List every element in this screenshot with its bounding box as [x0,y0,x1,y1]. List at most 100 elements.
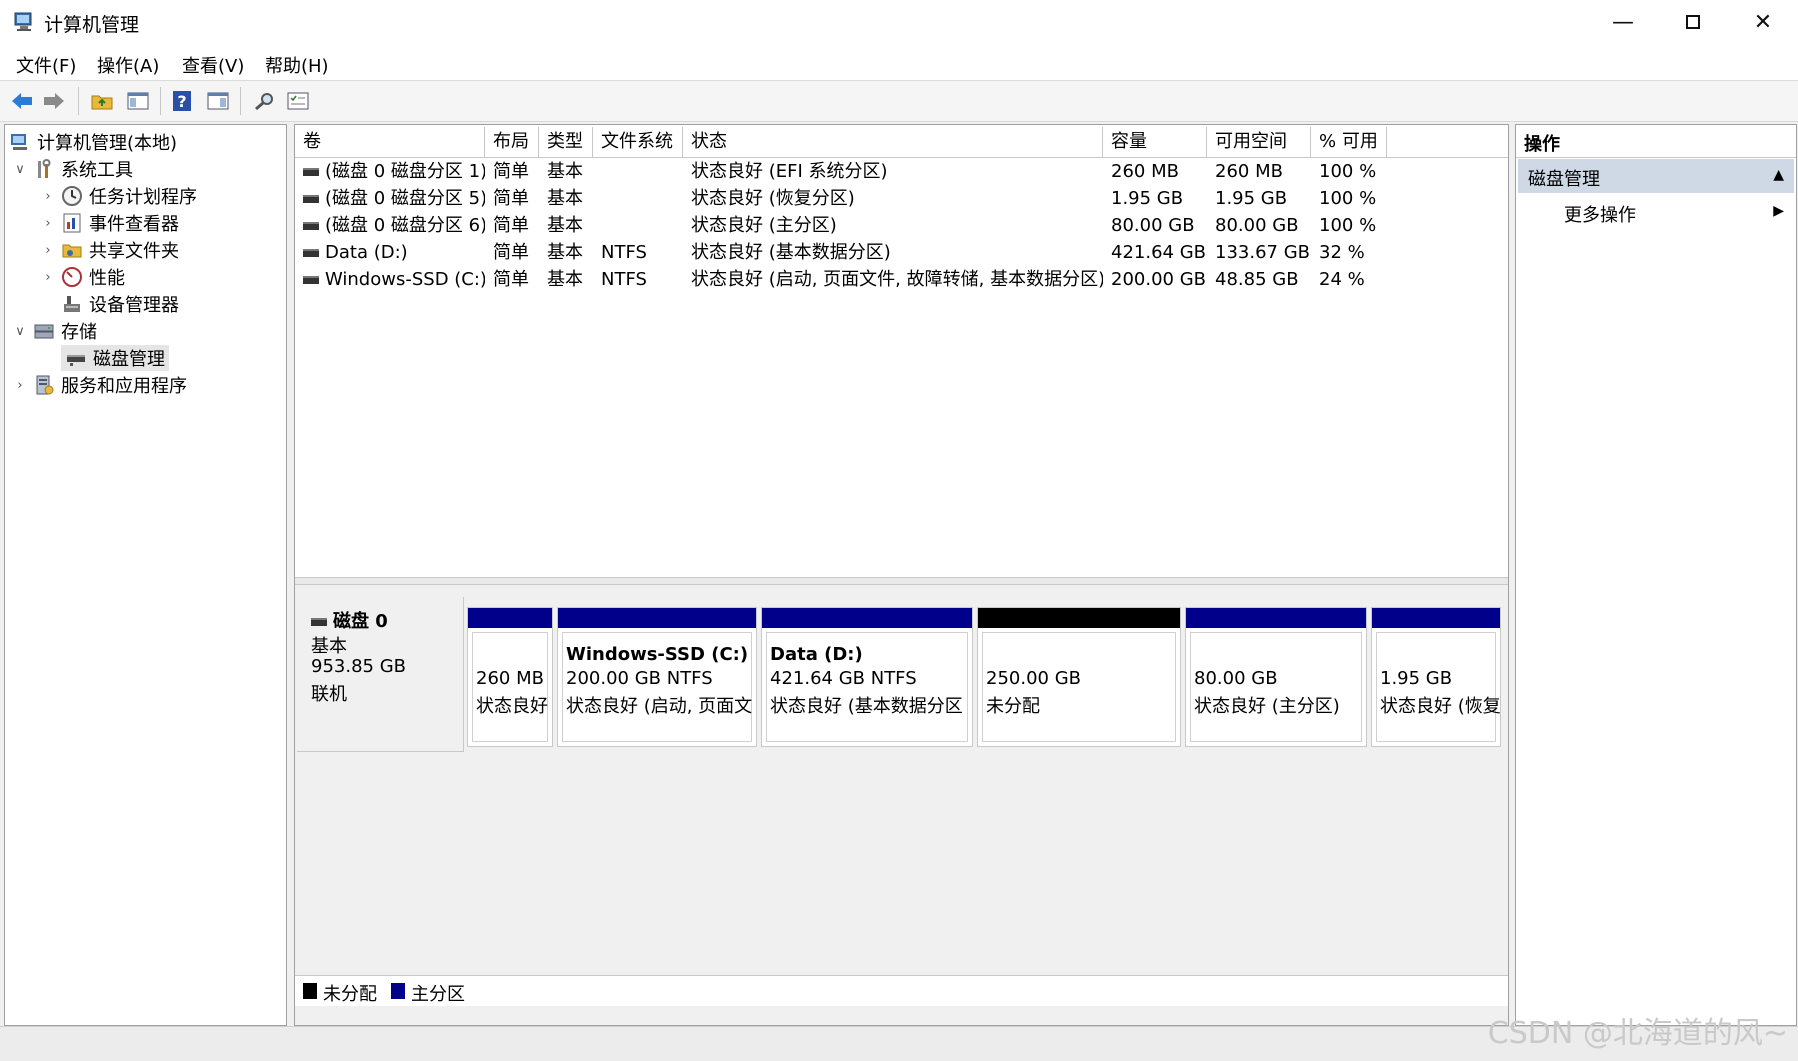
volume-icon [303,222,319,230]
column-type[interactable]: 类型 [539,127,593,157]
device-manager-icon [61,293,83,315]
shared-folder-icon [61,239,83,261]
performance-icon [61,266,83,288]
tree-disk-management[interactable]: 磁盘管理 [61,345,169,371]
partition-bar [468,608,552,628]
main-pane: 卷 布局 类型 文件系统 状态 容量 可用空间 % 可用 (磁盘 0 磁盘分区 … [294,124,1509,1026]
actions-header: 操作 [1516,125,1796,158]
tree-performance[interactable]: › 性能 [41,264,125,290]
chevron-right-icon[interactable]: › [41,216,55,231]
disk-status: 联机 [311,684,347,705]
menu-bar: 文件(F) 操作(A) 查看(V) 帮助(H) [0,44,1798,81]
console-tree-icon [127,92,149,110]
column-layout[interactable]: 布局 [485,127,539,157]
maximize-icon [1686,15,1700,29]
connect-button[interactable] [250,87,278,115]
column-percent-free[interactable]: % 可用 [1311,127,1387,157]
chevron-right-icon[interactable]: › [41,243,55,258]
forward-button[interactable] [40,87,68,115]
actions-section-disk-management[interactable]: 磁盘管理 ▲ [1518,159,1794,193]
disk-icon [65,347,87,369]
title-bar: 计算机管理 — ✕ [0,0,1798,44]
close-icon: ✕ [1753,9,1773,35]
column-free-space[interactable]: 可用空间 [1207,127,1311,157]
tree-device-manager[interactable]: 设备管理器 [61,291,179,317]
help-button[interactable]: ? [168,87,196,115]
arrow-right-icon: ▶ [1773,203,1784,219]
chevron-down-icon[interactable]: ∨ [13,324,27,339]
disk-info[interactable]: 磁盘 0 基本 953.85 GB 联机 [297,597,464,752]
event-viewer-icon [61,212,83,234]
volume-icon [303,195,319,203]
svg-text:?: ? [177,92,186,111]
clock-icon [61,185,83,207]
tree-root[interactable]: 计算机管理(本地) [9,129,177,155]
column-filesystem[interactable]: 文件系统 [593,127,683,157]
up-folder-button[interactable] [88,87,116,115]
toolbar: ? [0,81,1798,122]
tree-shared-folders[interactable]: › 共享文件夹 [41,237,179,263]
back-button[interactable] [8,87,36,115]
actions-pane: 操作 磁盘管理 ▲ 更多操作 ▶ [1515,124,1797,1026]
properties-button[interactable] [284,87,312,115]
arrow-right-icon [44,93,64,109]
computer-management-icon [12,10,36,34]
chevron-right-icon[interactable]: › [13,378,27,393]
partition-windows-ssd[interactable]: Windows-SSD (C:) 200.00 GB NTFS 状态良好 (启动… [557,607,757,747]
disk-map: 磁盘 0 基本 953.85 GB 联机 260 MB 状态良好 Windows… [295,585,1508,1025]
services-icon [33,374,55,396]
menu-view[interactable]: 查看(V) [182,52,244,78]
show-action-pane-button[interactable] [204,87,232,115]
collapse-up-icon[interactable]: ▲ [1773,167,1784,183]
menu-file[interactable]: 文件(F) [16,52,76,78]
menu-help[interactable]: 帮助(H) [265,52,329,78]
disk-type: 基本 [311,636,347,657]
partition-bar [1372,608,1500,628]
volume-icon [303,276,319,284]
chevron-down-icon[interactable]: ∨ [13,162,27,177]
column-volume[interactable]: 卷 [295,127,485,157]
legend: 未分配 主分区 [295,975,1508,1006]
legend-primary-label: 主分区 [411,984,465,1005]
folder-up-icon [91,95,113,110]
table-row[interactable]: (磁盘 0 磁盘分区 5) 简单 基本 状态良好 (恢复分区) 1.95 GB … [295,185,1508,212]
partition-primary-80gb[interactable]: 80.00 GB 状态良好 (主分区) [1185,607,1367,747]
console-tree: 计算机管理(本地) ∨ 系统工具 › 任务计划程序 › 事件查看器 › 共享文件… [4,124,287,1026]
minimize-button[interactable]: — [1588,0,1658,44]
close-button[interactable]: ✕ [1728,0,1798,44]
table-row[interactable]: (磁盘 0 磁盘分区 1) 简单 基本 状态良好 (EFI 系统分区) 260 … [295,158,1508,185]
maximize-button[interactable] [1658,0,1728,44]
partition-bar [558,608,756,628]
computer-management-icon [9,131,31,153]
tree-system-tools[interactable]: ∨ 系统工具 [13,156,133,182]
partition-bar [1186,608,1366,628]
magnifier-icon [255,93,273,111]
table-row[interactable]: (磁盘 0 磁盘分区 6) 简单 基本 状态良好 (主分区) 80.00 GB … [295,212,1508,239]
disk-name: 磁盘 0 [333,611,388,632]
column-status[interactable]: 状态 [683,127,1103,157]
show-hide-tree-button[interactable] [124,87,152,115]
more-actions-item[interactable]: 更多操作 ▶ [1516,195,1796,229]
action-pane-icon [207,92,229,110]
pane-splitter[interactable] [295,577,1508,585]
partition-recovery[interactable]: 1.95 GB 状态良好 (恢复 [1371,607,1501,747]
volume-icon [303,168,319,176]
table-row[interactable]: Windows-SSD (C:) 简单 基本 NTFS 状态良好 (启动, 页面… [295,266,1508,293]
chevron-right-icon[interactable]: › [41,189,55,204]
menu-action[interactable]: 操作(A) [97,52,159,78]
chevron-right-icon[interactable]: › [41,270,55,285]
tree-storage[interactable]: ∨ 存储 [13,318,97,344]
minimize-icon: — [1612,9,1634,35]
partition-unallocated[interactable]: 250.00 GB 未分配 [977,607,1181,747]
tree-services-apps[interactable]: › 服务和应用程序 [13,372,187,398]
column-capacity[interactable]: 容量 [1103,127,1207,157]
partition-bar [762,608,972,628]
properties-icon [287,92,309,110]
partition-efi[interactable]: 260 MB 状态良好 [467,607,553,747]
legend-unallocated-swatch [303,983,317,999]
tree-task-scheduler[interactable]: › 任务计划程序 [41,183,197,209]
table-row[interactable]: Data (D:) 简单 基本 NTFS 状态良好 (基本数据分区) 421.6… [295,239,1508,266]
partition-data[interactable]: Data (D:) 421.64 GB NTFS 状态良好 (基本数据分区 [761,607,973,747]
volume-icon [303,249,319,257]
tree-event-viewer[interactable]: › 事件查看器 [41,210,179,236]
